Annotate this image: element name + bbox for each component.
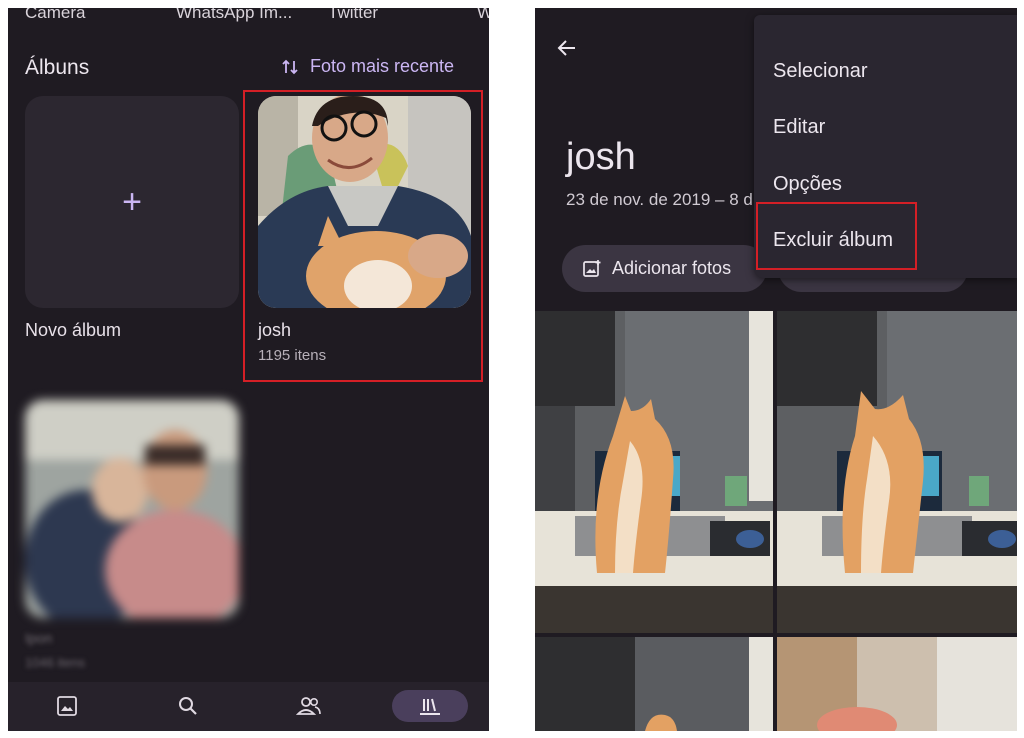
highlight-box-album	[243, 90, 483, 382]
blurred-album-name: Ipon	[25, 630, 53, 646]
albums-screen: Camera WhatsApp Im... Twitter W Álbuns F…	[8, 8, 489, 731]
new-album-label: Novo álbum	[25, 320, 122, 340]
people-icon[interactable]	[289, 690, 329, 722]
bottom-nav	[8, 682, 489, 731]
cat-on-desk-photo	[535, 311, 773, 633]
top-album-label-twitter[interactable]: Twitter	[328, 8, 378, 23]
menu-item-edit[interactable]: Editar	[773, 116, 825, 139]
back-arrow-icon[interactable]	[555, 36, 579, 60]
menu-item-options[interactable]: Opções	[773, 173, 842, 196]
add-photo-icon	[583, 259, 601, 277]
photos-icon[interactable]	[47, 690, 87, 722]
add-photos-button[interactable]: Adicionar fotos	[562, 245, 767, 292]
top-album-label-camera[interactable]: Camera	[25, 8, 85, 23]
cat-photo-4	[777, 637, 1017, 731]
album-detail-screen: josh 23 de nov. de 2019 – 8 d Adicionar …	[535, 8, 1017, 731]
top-album-label-partial[interactable]: W	[477, 8, 489, 23]
sort-icon	[282, 59, 298, 74]
grid-photo-3[interactable]	[535, 637, 773, 731]
grid-photo-1[interactable]	[535, 311, 773, 633]
blurred-photo	[25, 400, 239, 618]
blurred-album-count: 1046 itens	[25, 655, 85, 670]
album-cover-blurred[interactable]	[25, 400, 239, 618]
search-icon[interactable]	[168, 690, 208, 722]
sort-button[interactable]: Foto mais recente	[280, 56, 454, 77]
sort-label: Foto mais recente	[310, 56, 455, 76]
album-date-range: 23 de nov. de 2019 – 8 d	[566, 190, 753, 209]
cat-photo-3	[535, 637, 773, 731]
top-album-label-whatsapp[interactable]: WhatsApp Im...	[176, 8, 292, 23]
grid-photo-4[interactable]	[777, 637, 1017, 731]
cat-on-desk-photo-2	[777, 311, 1017, 633]
new-album-tile[interactable]: +	[25, 96, 239, 308]
highlight-box-delete	[756, 202, 917, 270]
album-title: josh	[566, 136, 636, 178]
albums-section-title: Álbuns	[25, 56, 90, 79]
library-icon[interactable]	[392, 690, 468, 722]
menu-item-select[interactable]: Selecionar	[773, 60, 868, 83]
grid-photo-2[interactable]	[777, 311, 1017, 633]
add-photos-label: Adicionar fotos	[612, 258, 732, 278]
plus-icon: +	[122, 182, 142, 221]
